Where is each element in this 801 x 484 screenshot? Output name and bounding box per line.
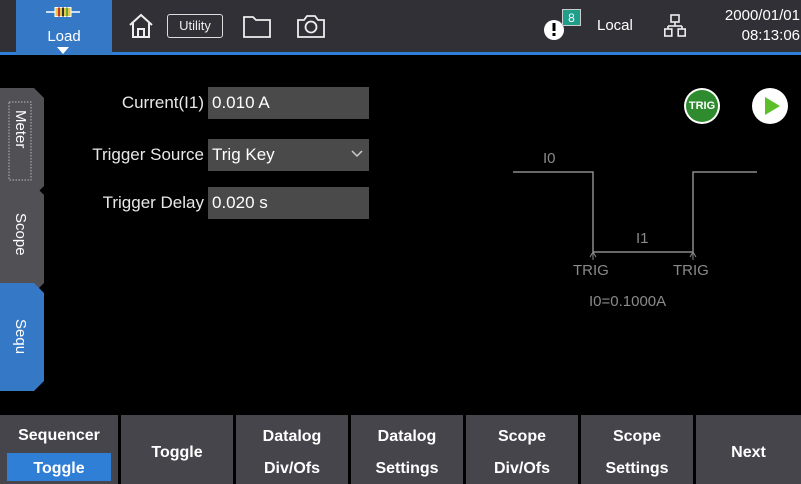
- softkey-line1: Datalog: [377, 428, 437, 445]
- trig-button[interactable]: TRIG: [684, 88, 720, 124]
- softkey-line2: Div/Ofs: [493, 460, 550, 477]
- date-text: 2000/01/01: [724, 7, 800, 24]
- chevron-down-icon: [351, 150, 363, 158]
- softkey-datalog-settings[interactable]: Datalog Settings: [351, 415, 463, 484]
- softkey-line2: Toggle: [33, 460, 85, 477]
- play-icon[interactable]: [752, 88, 788, 124]
- softkey-scope-settings[interactable]: Scope Settings: [581, 415, 693, 484]
- network-icon[interactable]: [664, 14, 686, 38]
- side-tab-scope-label: Scope: [12, 213, 29, 256]
- side-tab-meter[interactable]: Meter: [0, 88, 46, 196]
- trig-button-label: TRIG: [686, 90, 718, 122]
- softkey-line1: Sequencer: [18, 427, 100, 444]
- softkey-line1: Scope: [612, 428, 661, 445]
- softkey-sequencer-toggle[interactable]: Sequencer Toggle: [0, 415, 118, 484]
- chevron-down-icon[interactable]: [57, 47, 69, 54]
- softkey-next[interactable]: Next: [696, 415, 801, 484]
- home-icon[interactable]: [127, 12, 155, 40]
- load-tab-label: Load: [47, 28, 81, 45]
- load-tab[interactable]: Load: [16, 0, 112, 55]
- side-tab-sequ-label: Sequ: [12, 319, 29, 355]
- softkey-toggle[interactable]: Toggle: [121, 415, 233, 484]
- i0-value: I0=0.1000A: [589, 293, 667, 310]
- trigger-delay-label: Trigger Delay: [102, 193, 204, 212]
- resistor-icon: [46, 7, 80, 17]
- trigger-source-select[interactable]: Trig Key: [208, 139, 369, 171]
- side-tab-meter-label: Meter: [12, 110, 29, 149]
- remote-status: Local: [597, 17, 633, 34]
- softkey-datalog-divofs[interactable]: Datalog Div/Ofs: [236, 415, 348, 484]
- trig-left-label: TRIG: [573, 262, 609, 279]
- trig-right-label: TRIG: [673, 262, 709, 279]
- utility-button[interactable]: Utility: [167, 14, 223, 38]
- softkey-line2: Div/Ofs: [263, 460, 320, 477]
- datetime: 2000/01/01 08:13:06: [700, 6, 800, 46]
- i1-label: I1: [636, 230, 649, 247]
- top-bar: Load Utility 8 Local 2000/01/01 08:13:06: [0, 0, 801, 55]
- softkey-line2: Settings: [605, 460, 669, 477]
- camera-icon[interactable]: [295, 12, 327, 40]
- softkey-label: Next: [731, 444, 766, 461]
- current-input[interactable]: 0.010 A: [208, 87, 369, 119]
- softkey-bar: Sequencer Toggle Toggle Datalog Div/Ofs …: [0, 415, 801, 484]
- trigger-source-value: Trig Key: [212, 145, 275, 164]
- sequence-waveform: [513, 171, 757, 260]
- current-label: Current(I1): [121, 93, 204, 112]
- softkey-line2: Settings: [375, 460, 439, 477]
- softkey-scope-divofs[interactable]: Scope Div/Ofs: [466, 415, 578, 484]
- side-tab-sequ[interactable]: Sequ: [0, 283, 46, 391]
- softkey-label: Toggle: [151, 444, 203, 461]
- trigger-source-label: Trigger Source: [92, 145, 204, 164]
- trigger-delay-input[interactable]: 0.020 s: [208, 187, 369, 219]
- folder-icon[interactable]: [242, 12, 274, 40]
- i0-label: I0: [543, 150, 556, 167]
- time-text: 08:13:06: [741, 27, 800, 44]
- softkey-line1: Datalog: [262, 428, 322, 445]
- softkey-line1: Scope: [497, 428, 546, 445]
- notification-badge[interactable]: 8: [562, 9, 581, 26]
